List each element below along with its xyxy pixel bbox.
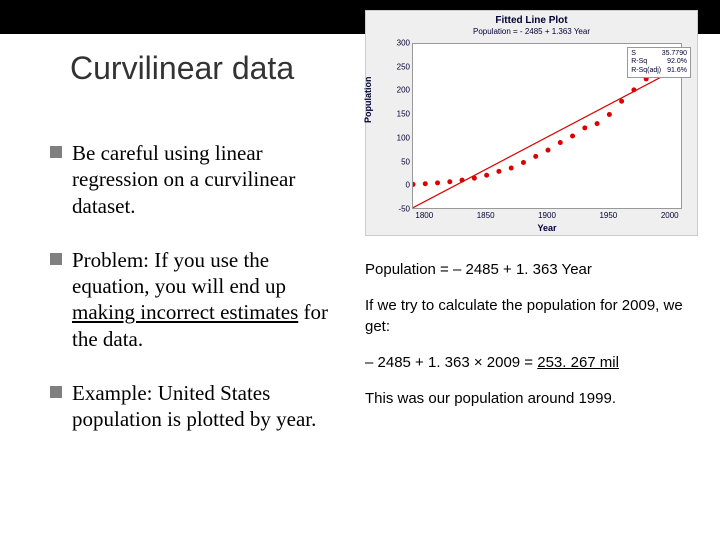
bullet-item: Example: United States population is plo…	[50, 380, 350, 433]
bullet-item: Be careful using linear regression on a …	[50, 140, 350, 219]
fitted-line-plot: Fitted Line Plot Population = - 2485 + 1…	[365, 10, 698, 236]
bullet-item: Problem: If you use the equation, you wi…	[50, 247, 350, 352]
calc-line: – 2485 + 1. 363 × 2009 = 253. 267 mil	[365, 353, 710, 373]
legend-key: R-Sq	[631, 58, 647, 66]
legend-val: 91.6%	[667, 67, 687, 75]
chart-ytick: 0	[380, 181, 410, 190]
chart-xlabel: Year	[412, 223, 682, 233]
text-frag-underline: 253. 267 mil	[537, 354, 619, 371]
chart-ylabel: Population	[363, 77, 373, 124]
bullet-list: Be careful using linear regression on a …	[50, 140, 350, 460]
chart-xtick: 1800	[415, 211, 433, 220]
calc-intro: If we try to calculate the population fo…	[365, 296, 710, 337]
legend-val: 35.7790	[662, 50, 687, 58]
bullet-text: Example: United States population is plo…	[72, 380, 350, 433]
chart-xtick: 1900	[538, 211, 556, 220]
chart-subtitle: Population = - 2485 + 1.363 Year	[366, 27, 697, 36]
bullet-marker-icon	[50, 146, 62, 158]
bullet-text: Be careful using linear regression on a …	[72, 140, 350, 219]
legend-key: S	[631, 50, 636, 58]
calc-note: This was our population around 1999.	[365, 389, 710, 409]
bullet-marker-icon	[50, 386, 62, 398]
text-frag: – 2485 + 1. 363 × 2009 =	[365, 354, 537, 371]
chart-legend: S 35.7790 R-Sq 92.0% R-Sq(adj) 91.6%	[627, 47, 691, 78]
chart-xtick: 2000	[661, 211, 679, 220]
slide-title: Curvilinear data	[70, 50, 294, 87]
legend-val: 92.0%	[667, 58, 687, 66]
equation-text: Population = – 2485 + 1. 363 Year	[365, 260, 710, 280]
chart-ytick: 300	[380, 39, 410, 48]
chart-ytick: 200	[380, 86, 410, 95]
legend-key: R-Sq(adj)	[631, 67, 661, 75]
text-frag: Problem: If you use the equation, you wi…	[72, 248, 286, 298]
bullet-marker-icon	[50, 253, 62, 265]
chart-ytick: 50	[380, 157, 410, 166]
chart-xtick: 1850	[477, 211, 495, 220]
chart-ytick: -50	[380, 205, 410, 214]
chart-ytick: 250	[380, 62, 410, 71]
right-column: Population = – 2485 + 1. 363 Year If we …	[365, 260, 710, 425]
bullet-text: Problem: If you use the equation, you wi…	[72, 247, 350, 352]
chart-title: Fitted Line Plot	[366, 15, 697, 26]
chart-ytick: 100	[380, 133, 410, 142]
chart-ytick: 150	[380, 110, 410, 119]
chart-xtick: 1950	[599, 211, 617, 220]
text-frag-underline: making incorrect estimates	[72, 300, 298, 324]
